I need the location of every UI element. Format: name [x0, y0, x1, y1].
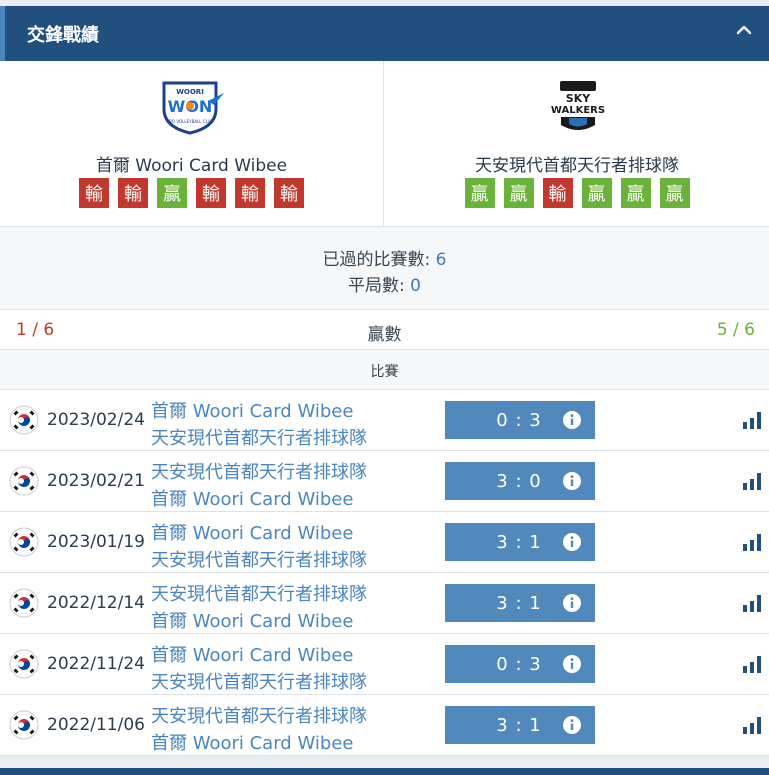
draws-value: 0: [410, 276, 421, 296]
away-form-badge: 輸: [542, 178, 573, 208]
home-form-badge: 輸: [196, 178, 226, 208]
match-date: 2023/02/24: [47, 410, 145, 430]
score-button[interactable]: 3 : 1: [445, 584, 595, 622]
away-form: 贏贏輸贏贏贏: [385, 178, 769, 208]
match-row[interactable]: 2023/02/24 首爾 Woori Card Wibee 天安現代首都天行者…: [0, 390, 769, 451]
panel-title: 交鋒戰績: [27, 25, 99, 46]
home-form-badge: 輸: [235, 178, 265, 208]
korea-flag-icon: [9, 405, 39, 435]
match-team1[interactable]: 天安現代首都天行者排球隊: [151, 702, 367, 728]
away-form-badge: 贏: [659, 178, 690, 208]
svg-text:WALKERS: WALKERS: [551, 105, 605, 116]
korea-flag-icon: [9, 588, 39, 618]
korea-flag-icon: [9, 466, 39, 496]
match-date: 2022/11/06: [47, 715, 145, 735]
score-button[interactable]: 3 : 1: [445, 706, 595, 744]
info-icon[interactable]: [562, 593, 582, 613]
match-row[interactable]: 2023/02/21 天安現代首都天行者排球隊 首爾 Woori Card Wi…: [0, 451, 769, 512]
away-form-badge: 贏: [581, 178, 612, 208]
away-form-badge: 贏: [503, 178, 534, 208]
away-team: SKY WALKERS 天安現代首都天行者排球隊 贏贏輸贏贏贏: [385, 61, 769, 227]
match-row[interactable]: 2022/11/06 天安現代首都天行者排球隊 首爾 Woori Card Wi…: [0, 695, 769, 756]
score-button[interactable]: 0 : 3: [445, 645, 595, 683]
home-form-badge: 贏: [157, 178, 187, 208]
match-team2[interactable]: 天安現代首都天行者排球隊: [151, 546, 367, 572]
info-icon[interactable]: [562, 715, 582, 735]
played-value: 6: [435, 250, 447, 270]
score-button[interactable]: 0 : 3: [445, 401, 595, 439]
match-team2[interactable]: 首爾 Woori Card Wibee: [151, 607, 353, 633]
match-team2[interactable]: 首爾 Woori Card Wibee: [151, 729, 353, 755]
match-date: 2022/11/24: [47, 654, 145, 674]
score-button[interactable]: 3 : 0: [445, 462, 595, 500]
match-team2[interactable]: 天安現代首都天行者排球隊: [151, 668, 367, 694]
score-button[interactable]: 3 : 1: [445, 523, 595, 561]
match-team2[interactable]: 天安現代首都天行者排球隊: [151, 424, 367, 450]
home-form-badge: 輸: [118, 178, 148, 208]
match-date: 2022/12/14: [47, 593, 145, 613]
bottom-bar: [0, 768, 769, 775]
stats-icon[interactable]: [742, 532, 764, 552]
h2h-panel: 交鋒戰績 WOORI WON PRO VOLLEYBALL CLUB 首爾 Wo…: [0, 0, 769, 775]
chevron-up-icon[interactable]: [733, 19, 755, 41]
info-icon[interactable]: [562, 654, 582, 674]
match-team1[interactable]: 首爾 Woori Card Wibee: [151, 397, 353, 423]
match-row[interactable]: 2022/11/24 首爾 Woori Card Wibee 天安現代首都天行者…: [0, 634, 769, 695]
home-team: WOORI WON PRO VOLLEYBALL CLUB 首爾 Woori C…: [0, 61, 384, 227]
match-date: 2023/02/21: [47, 471, 145, 491]
stats-icon[interactable]: [742, 471, 764, 491]
home-team-name[interactable]: 首爾 Woori Card Wibee: [0, 151, 383, 176]
stats-icon[interactable]: [742, 654, 764, 674]
away-team-name[interactable]: 天安現代首都天行者排球隊: [385, 151, 769, 176]
stats-icon[interactable]: [742, 593, 764, 613]
info-icon[interactable]: [562, 471, 582, 491]
match-team1[interactable]: 首爾 Woori Card Wibee: [151, 519, 353, 545]
wins-row: 1 / 6 贏數 5 / 6: [0, 310, 769, 350]
home-form-badge: 輸: [274, 178, 304, 208]
svg-text:WOORI: WOORI: [176, 88, 204, 96]
match-team1[interactable]: 天安現代首都天行者排球隊: [151, 458, 367, 484]
away-form-badge: 贏: [464, 178, 495, 208]
stats-icon[interactable]: [742, 410, 764, 430]
stats-icon[interactable]: [742, 715, 764, 735]
panel-header[interactable]: 交鋒戰績: [0, 6, 769, 61]
teams-section: WOORI WON PRO VOLLEYBALL CLUB 首爾 Woori C…: [0, 61, 769, 227]
korea-flag-icon: [9, 527, 39, 557]
korea-flag-icon: [9, 710, 39, 740]
match-team1[interactable]: 首爾 Woori Card Wibee: [151, 641, 353, 667]
info-icon[interactable]: [562, 532, 582, 552]
wins-label: 贏數: [367, 325, 402, 345]
h2h-summary: 已過的比賽數: 6 平局數: 0: [0, 227, 769, 310]
svg-text:SKY: SKY: [566, 92, 591, 105]
info-icon[interactable]: [562, 410, 582, 430]
matches-section-label: 比賽: [0, 350, 769, 390]
svg-text:PRO VOLLEYBALL CLUB: PRO VOLLEYBALL CLUB: [167, 119, 214, 124]
draws-label: 平局數:: [348, 276, 411, 296]
match-list: 2023/02/24 首爾 Woori Card Wibee 天安現代首都天行者…: [0, 390, 769, 756]
match-row[interactable]: 2022/12/14 天安現代首都天行者排球隊 首爾 Woori Card Wi…: [0, 573, 769, 634]
match-team2[interactable]: 首爾 Woori Card Wibee: [151, 485, 353, 511]
match-date: 2023/01/19: [47, 532, 145, 552]
skywalkers-logo: SKY WALKERS: [551, 81, 605, 130]
away-wins: 5 / 6: [716, 320, 755, 340]
match-row[interactable]: 2023/01/19 首爾 Woori Card Wibee 天安現代首都天行者…: [0, 512, 769, 573]
woori-logo: WOORI WON PRO VOLLEYBALL CLUB: [162, 81, 224, 135]
korea-flag-icon: [9, 649, 39, 679]
home-form-badge: 輸: [79, 178, 109, 208]
played-label: 已過的比賽數:: [322, 250, 436, 270]
away-form-badge: 贏: [620, 178, 651, 208]
home-form: 輸輸贏輸輸輸: [0, 178, 383, 208]
match-team1[interactable]: 天安現代首都天行者排球隊: [151, 580, 367, 606]
